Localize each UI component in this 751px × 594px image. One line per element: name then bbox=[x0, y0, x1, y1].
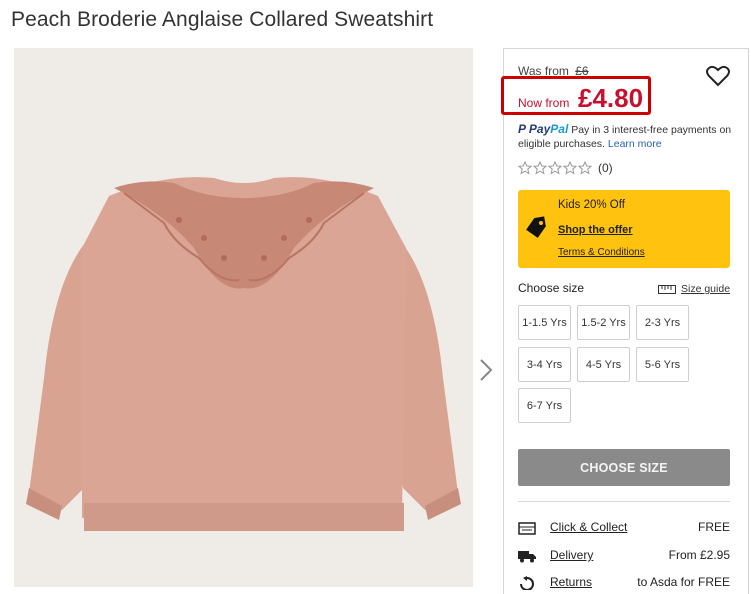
returns-icon bbox=[520, 576, 534, 590]
paypal-learn-more-link[interactable]: Learn more bbox=[608, 138, 662, 150]
wishlist-button[interactable] bbox=[706, 65, 730, 87]
product-image bbox=[14, 48, 473, 587]
choose-size-heading: Choose size bbox=[518, 281, 585, 295]
star-icon bbox=[533, 161, 547, 175]
size-option[interactable]: 1.5-2 Yrs bbox=[577, 305, 630, 340]
offer-title: Kids 20% Off bbox=[558, 199, 625, 211]
delivery-row-click-collect: Click & Collect FREE bbox=[518, 520, 730, 538]
delivery-option-link[interactable]: Delivery bbox=[550, 548, 593, 562]
heart-icon bbox=[706, 65, 730, 87]
store-icon bbox=[518, 522, 536, 535]
terms-link[interactable]: Terms & Conditions bbox=[558, 247, 645, 258]
offer-banner: Kids 20% Off Shop the offer Terms & Cond… bbox=[518, 190, 730, 268]
paypal-logo: P PayPal bbox=[518, 122, 569, 136]
delivery-option-link[interactable]: Click & Collect bbox=[550, 520, 627, 534]
size-option[interactable]: 3-4 Yrs bbox=[518, 347, 571, 382]
star-icon bbox=[563, 161, 577, 175]
delivery-row-returns: Returns to Asda for FREE bbox=[518, 575, 730, 593]
product-title: Peach Broderie Anglaise Collared Sweatsh… bbox=[11, 8, 434, 31]
next-image-arrow[interactable] bbox=[476, 355, 496, 385]
paypal-p-icon: P bbox=[518, 122, 526, 136]
ruler-icon bbox=[658, 284, 676, 294]
purchase-panel: Was from £6 Now from £4.80 P PayPal Pay … bbox=[501, 48, 749, 594]
sweatshirt-image bbox=[14, 48, 473, 587]
now-label: Now from bbox=[518, 96, 570, 110]
size-guide-label: Size guide bbox=[681, 283, 731, 295]
size-guide-link[interactable]: Size guide bbox=[658, 283, 730, 295]
delivery-row-delivery: Delivery From £2.95 bbox=[518, 548, 730, 566]
size-option[interactable]: 5-6 Yrs bbox=[636, 347, 689, 382]
paypal-info: P PayPal Pay in 3 interest-free payments… bbox=[518, 122, 744, 151]
delivery-option-value: From £2.95 bbox=[668, 548, 730, 562]
now-price: £4.80 bbox=[578, 83, 644, 113]
divider bbox=[518, 501, 730, 502]
star-icon bbox=[578, 161, 592, 175]
delivery-option-value: FREE bbox=[697, 520, 730, 534]
rating-stars[interactable]: (0) bbox=[518, 161, 613, 175]
size-option[interactable]: 6-7 Yrs bbox=[518, 388, 571, 423]
shop-offer-link[interactable]: Shop the offer bbox=[558, 224, 633, 236]
choose-size-button[interactable]: CHOOSE SIZE bbox=[518, 449, 730, 486]
truck-icon bbox=[518, 551, 536, 563]
size-option[interactable]: 4-5 Yrs bbox=[577, 347, 630, 382]
star-icon bbox=[548, 161, 562, 175]
size-option[interactable]: 1-1.5 Yrs bbox=[518, 305, 571, 340]
review-count: (0) bbox=[598, 161, 613, 175]
size-option[interactable]: 2-3 Yrs bbox=[636, 305, 689, 340]
chevron-right-icon bbox=[480, 359, 493, 381]
star-icon bbox=[518, 161, 532, 175]
tag-icon bbox=[526, 216, 546, 238]
